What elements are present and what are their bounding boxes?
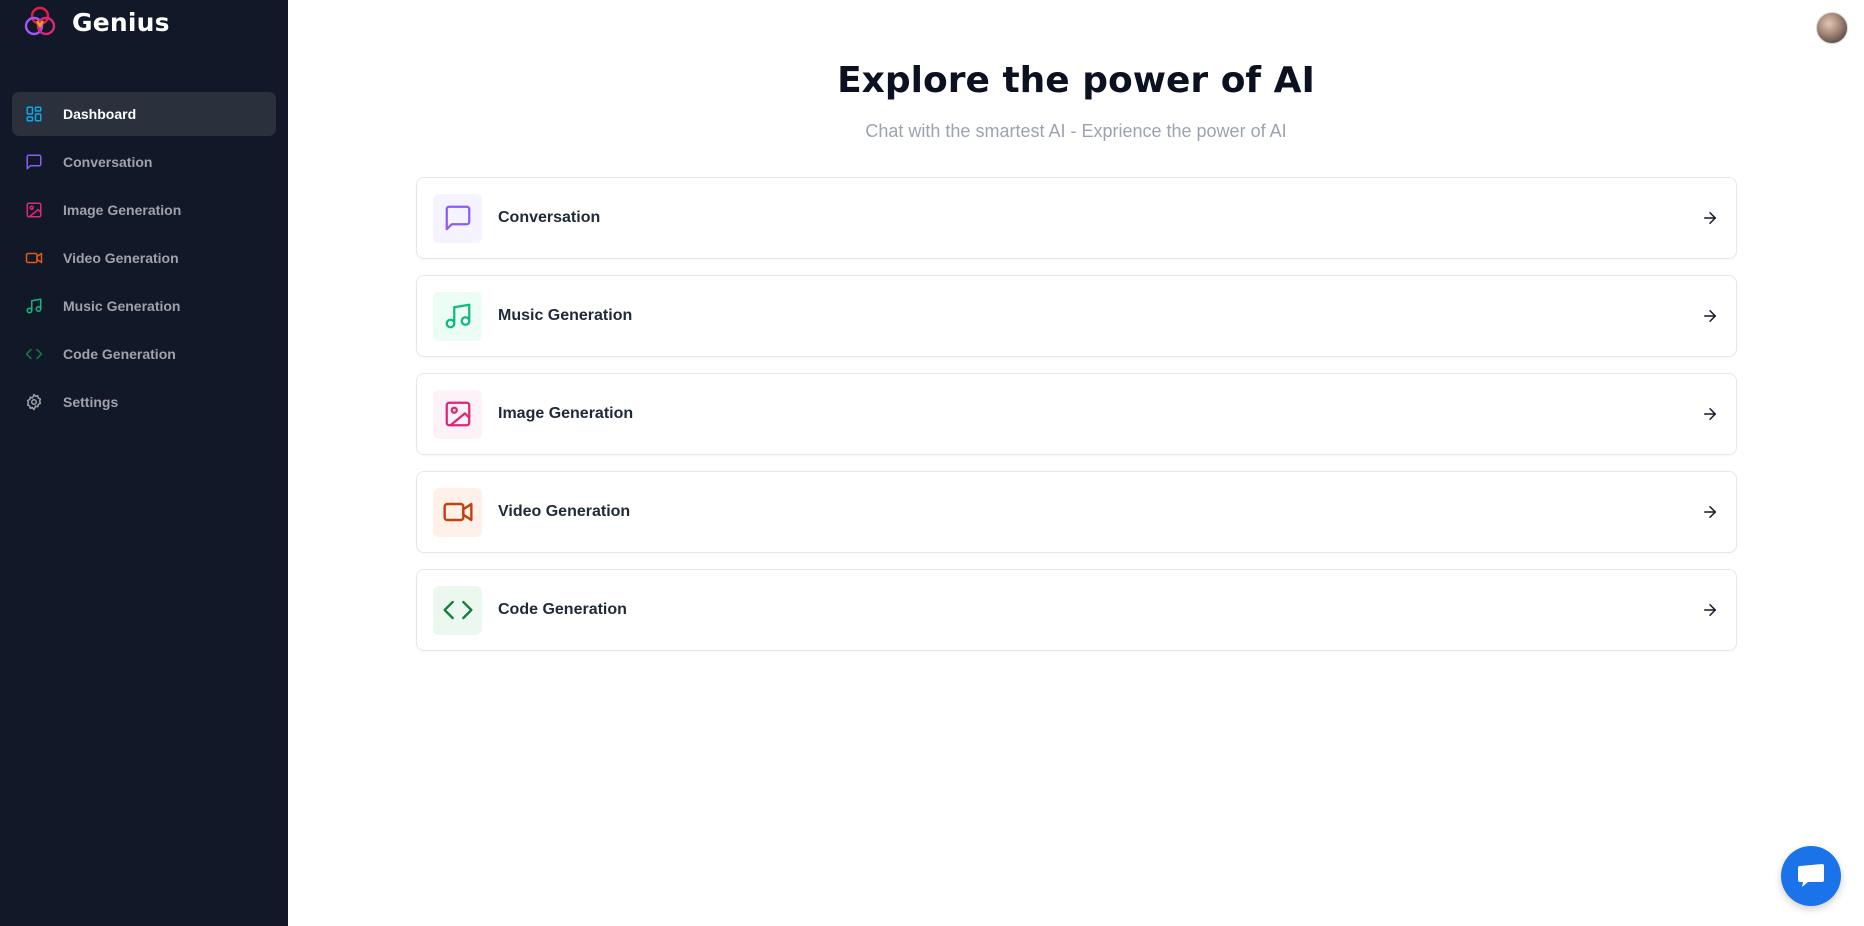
- chat-bubble-icon: [1798, 864, 1824, 887]
- tool-card-label: Music Generation: [498, 307, 633, 324]
- sidebar-item-label: Video Generation: [63, 250, 179, 266]
- video-icon: [24, 248, 44, 268]
- gear-icon: [24, 392, 44, 412]
- sidebar-item-conversation[interactable]: Conversation: [12, 140, 276, 184]
- music-icon: [24, 296, 44, 316]
- tool-card-code-generation[interactable]: Code Generation: [416, 569, 1737, 651]
- image-icon: [433, 389, 482, 439]
- message-square-icon: [433, 193, 482, 243]
- sidebar-item-video-generation[interactable]: Video Generation: [12, 236, 276, 280]
- sidebar-item-code-generation[interactable]: Code Generation: [12, 332, 276, 376]
- sidebar-item-music-generation[interactable]: Music Generation: [12, 284, 276, 328]
- tool-card-label: Conversation: [498, 209, 601, 226]
- sidebar-item-settings[interactable]: Settings: [12, 380, 276, 424]
- sidebar-item-label: Image Generation: [63, 202, 182, 218]
- support-chat-button[interactable]: [1781, 846, 1841, 906]
- message-square-icon: [24, 152, 44, 172]
- tool-list: Conversation Music Generation Image Gene…: [416, 177, 1737, 667]
- sidebar: Genius Dashboard Conversation Image Gene…: [0, 0, 288, 926]
- dashboard-icon: [24, 104, 44, 124]
- arrow-right-icon: [1700, 306, 1720, 326]
- arrow-right-icon: [1700, 502, 1720, 522]
- sidebar-item-label: Music Generation: [63, 298, 181, 314]
- tool-card-conversation[interactable]: Conversation: [416, 177, 1737, 259]
- logo-icon: [24, 6, 56, 36]
- app-name: Genius: [72, 7, 170, 37]
- sidebar-item-label: Code Generation: [63, 346, 176, 362]
- code-icon: [433, 585, 482, 635]
- avatar[interactable]: [1816, 12, 1848, 44]
- arrow-right-icon: [1700, 208, 1720, 228]
- tool-card-image-generation[interactable]: Image Generation: [416, 373, 1737, 455]
- tool-card-label: Code Generation: [498, 601, 627, 618]
- page-title: Explore the power of AI: [837, 60, 1315, 101]
- tool-card-label: Image Generation: [498, 405, 634, 422]
- sidebar-item-label: Settings: [63, 394, 119, 410]
- arrow-right-icon: [1700, 404, 1720, 424]
- sidebar-item-dashboard[interactable]: Dashboard: [12, 92, 276, 136]
- app-logo[interactable]: Genius: [22, 4, 170, 40]
- page-subtitle: Chat with the smartest AI - Exprience th…: [865, 121, 1287, 141]
- sidebar-item-label: Dashboard: [63, 106, 137, 122]
- sidebar-item-label: Conversation: [63, 154, 153, 170]
- arrow-right-icon: [1700, 600, 1720, 620]
- tool-card-label: Video Generation: [498, 503, 631, 520]
- image-icon: [24, 200, 44, 220]
- sidebar-item-image-generation[interactable]: Image Generation: [12, 188, 276, 232]
- code-icon: [24, 344, 44, 364]
- tool-card-video-generation[interactable]: Video Generation: [416, 471, 1737, 553]
- music-icon: [433, 291, 482, 341]
- tool-card-music-generation[interactable]: Music Generation: [416, 275, 1737, 357]
- sidebar-nav: Dashboard Conversation Image Generation: [12, 92, 276, 428]
- video-icon: [433, 487, 482, 537]
